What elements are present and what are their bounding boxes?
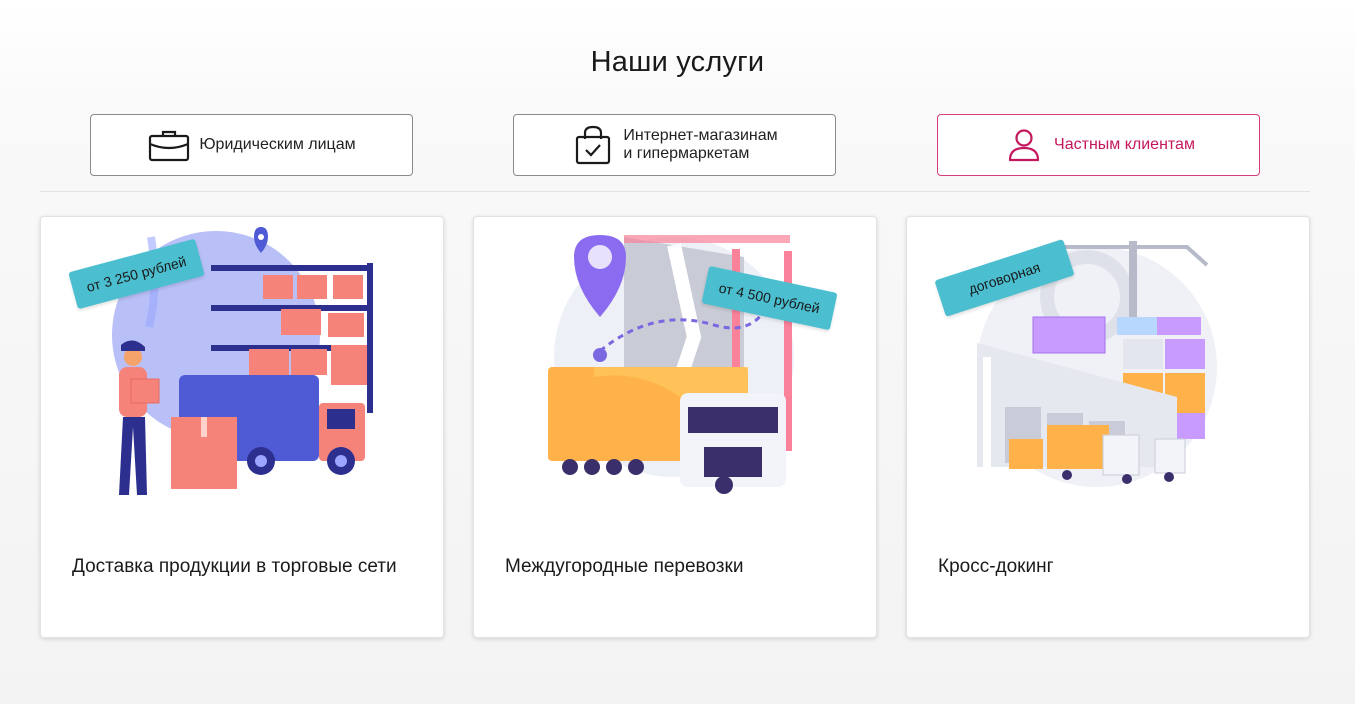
page-title: Наши услуги [590,46,765,78]
service-card-cross-docking[interactable]: договорная Кросс-докинг [906,216,1310,638]
card-title: Кросс-докинг [938,556,1054,577]
tab-label: Юридическим лицам [199,136,356,153]
warehouse-delivery-illustration [112,227,373,495]
divider [40,191,1310,192]
tab-label: Частным клиентам [1054,136,1195,153]
service-card-intercity[interactable]: от 4 500 рублей Междугородные перевозки [473,216,877,638]
briefcase-icon [147,125,191,165]
shopping-bag-icon [571,125,615,165]
tab-label: Интернет-магазинам и гипермаркетам [623,127,778,162]
tab-private-clients[interactable]: Частным клиентам [937,114,1260,176]
tab-online-stores[interactable]: Интернет-магазинам и гипермаркетам [513,114,836,176]
tab-legal-entities[interactable]: Юридическим лицам [90,114,413,176]
card-title: Междугородные перевозки [505,556,744,577]
card-title: Доставка продукции в торговые сети [72,556,397,577]
intercity-truck-illustration [548,235,794,494]
cross-docking-illustration [977,241,1217,487]
user-icon [1002,125,1046,165]
service-card-retail-delivery[interactable]: от 3 250 рублей Доставка продукции в тор… [40,216,444,638]
